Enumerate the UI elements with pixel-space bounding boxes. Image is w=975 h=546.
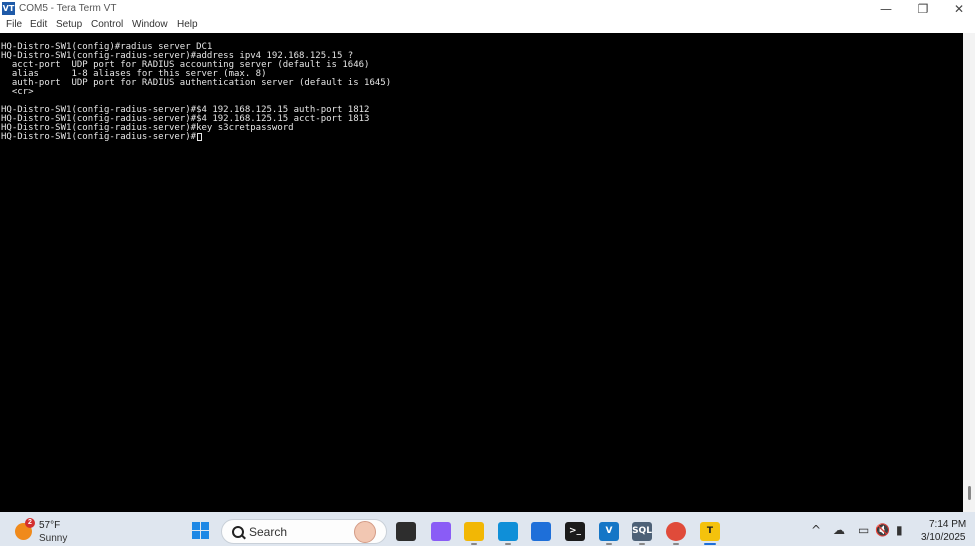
weather-badge: 2 — [25, 518, 35, 528]
running-indicator — [673, 543, 679, 545]
start-button[interactable] — [192, 522, 210, 540]
running-indicator — [505, 543, 511, 545]
active-indicator — [704, 543, 716, 545]
running-indicator — [606, 543, 612, 545]
terminal-icon[interactable]: >_ — [565, 522, 585, 541]
microsoft-store-icon[interactable] — [531, 522, 551, 541]
windows-logo-icon — [201, 531, 209, 539]
network-icon[interactable]: ▭ — [858, 523, 869, 537]
terminal-line: auth-port UDP port for RADIUS authentica… — [1, 78, 392, 88]
clock-time[interactable]: 7:14 PM — [929, 519, 966, 530]
minimize-button[interactable]: — — [868, 0, 904, 18]
scrollbar-thumb[interactable] — [968, 486, 971, 500]
visual-studio-code-icon[interactable]: V — [599, 522, 619, 541]
ssms-icon[interactable]: SQL — [632, 522, 652, 541]
show-hidden-icons-chevron-icon[interactable]: ^ — [811, 523, 821, 537]
window-title: COM5 - Tera Term VT — [19, 3, 117, 14]
menu-edit[interactable]: Edit — [30, 19, 47, 30]
file-explorer-icon[interactable] — [464, 522, 484, 541]
weather-condition[interactable]: Sunny — [39, 533, 67, 544]
windows-logo-icon — [201, 522, 209, 530]
menu-bar: File Edit Setup Control Window Help — [0, 18, 975, 33]
running-indicator — [639, 543, 645, 545]
taskbar — [0, 512, 975, 546]
volume-muted-icon[interactable]: 🔇 — [875, 523, 890, 537]
menu-file[interactable]: File — [6, 19, 22, 30]
close-button[interactable]: ✕ — [941, 0, 975, 18]
search-placeholder[interactable]: Search — [249, 525, 287, 539]
menu-window[interactable]: Window — [132, 19, 168, 30]
edge-icon[interactable] — [498, 522, 518, 541]
teraterm-app-icon[interactable]: VT — [2, 2, 15, 15]
chrome-icon[interactable] — [666, 522, 686, 541]
clock-date[interactable]: 3/10/2025 — [921, 532, 966, 543]
search-highlight-avatar — [354, 521, 376, 543]
running-indicator — [471, 543, 477, 545]
windows-logo-icon — [192, 522, 200, 530]
weather-temperature[interactable]: 57°F — [39, 520, 60, 531]
vertical-scrollbar[interactable] — [963, 33, 975, 512]
task-view-icon[interactable] — [396, 522, 416, 541]
menu-control[interactable]: Control — [91, 19, 123, 30]
teraterm-taskbar-icon[interactable]: T — [700, 522, 720, 541]
terminal-prompt: HQ-Distro-SW1(config-radius-server)# — [1, 132, 197, 142]
terminal-screen[interactable]: HQ-Distro-SW1(config)#radius server DC1 … — [0, 33, 963, 512]
terminal-prompt-line: HQ-Distro-SW1(config-radius-server)# — [1, 132, 203, 142]
restore-button[interactable]: ❐ — [905, 0, 941, 18]
menu-setup[interactable]: Setup — [56, 19, 82, 30]
battery-icon[interactable]: ▮ — [896, 523, 903, 537]
terminal-cursor — [197, 133, 203, 141]
title-bar: VT COM5 - Tera Term VT — ❐ ✕ — [0, 0, 975, 18]
terminal-line: <cr> — [1, 87, 34, 97]
onedrive-icon[interactable]: ☁ — [833, 523, 845, 537]
copilot-icon[interactable] — [431, 522, 451, 541]
windows-logo-icon — [192, 531, 200, 539]
menu-help[interactable]: Help — [177, 19, 198, 30]
